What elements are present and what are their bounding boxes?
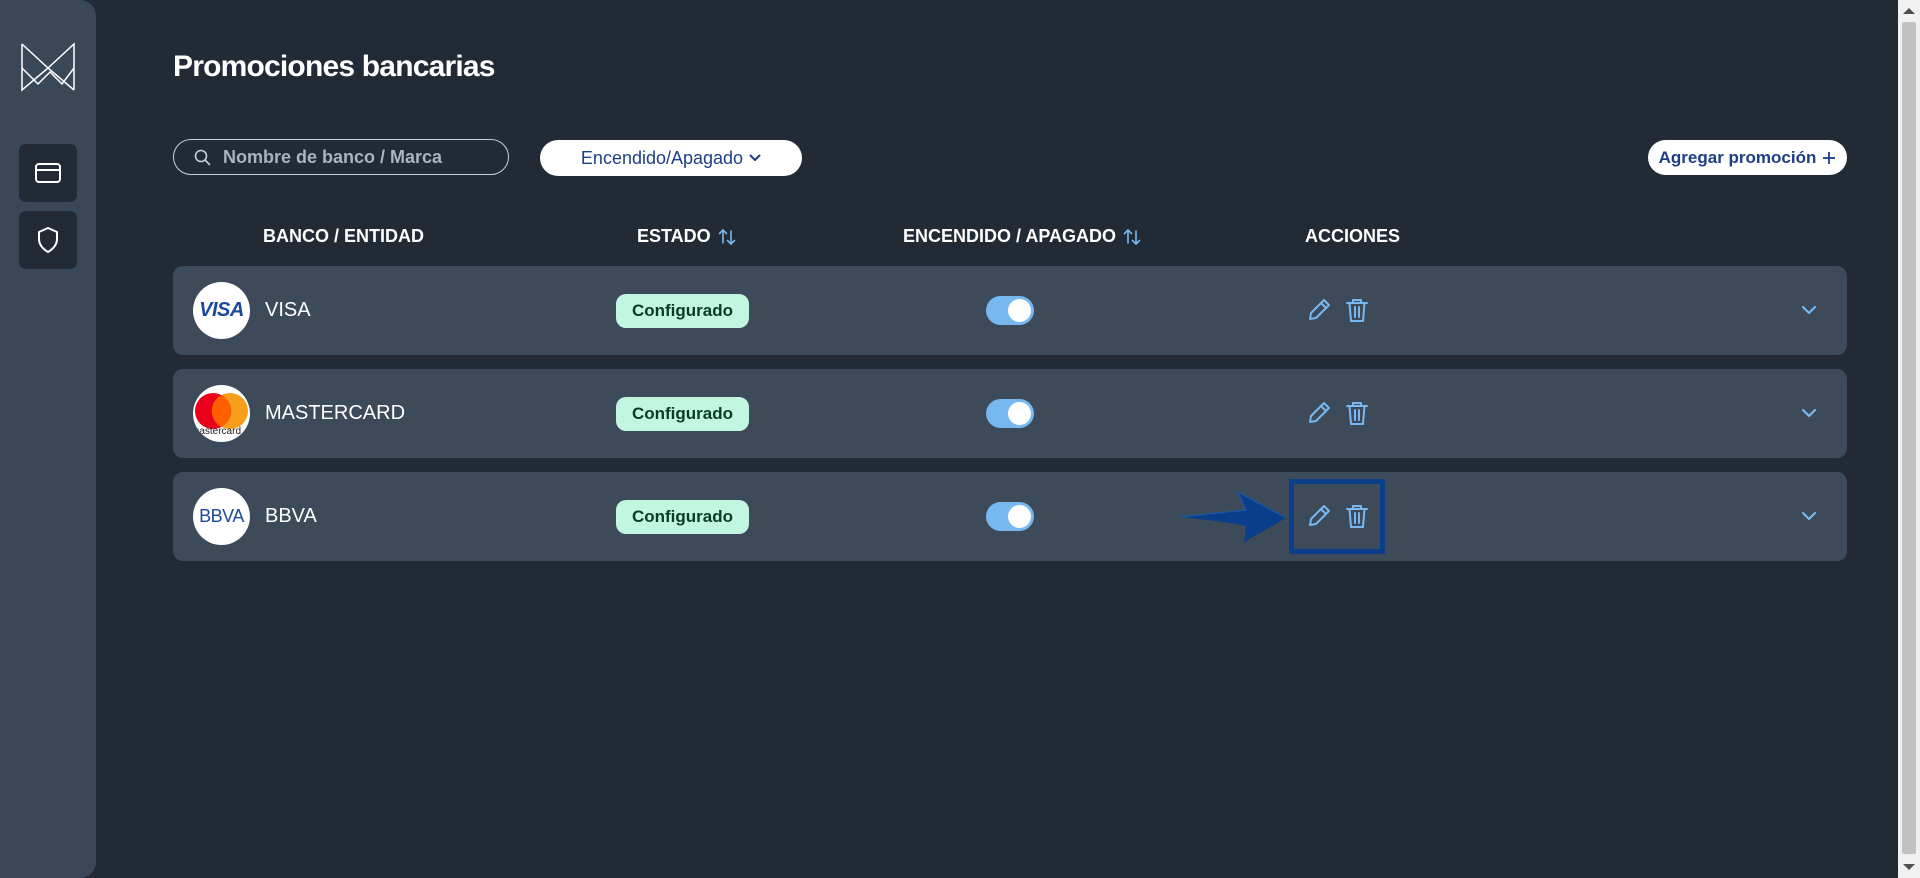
header-status[interactable]: ESTADO [637,226,737,247]
bbva-logo-text: BBVA [199,506,244,526]
sort-icon[interactable] [717,227,737,247]
add-promotion-button[interactable]: Agregar promoción [1648,140,1847,175]
status-badge: Configurado [616,500,749,534]
search-icon [194,149,211,165]
app-logo-icon[interactable] [20,40,76,94]
header-actions-label: ACCIONES [1305,226,1401,246]
header-bank: BANCO / ENTIDAD [263,226,424,247]
mastercard-logo: mastercard [193,385,250,442]
visa-logo-text: VISA [199,299,244,321]
header-onoff-label: ENCENDIDO / APAGADO [903,226,1117,246]
page-scrollbar[interactable] [1898,0,1920,878]
header-onoff[interactable]: ENCENDIDO / APAGADO [903,226,1142,247]
bank-name: BBVA [265,505,317,527]
mastercard-logo-text: mastercard [193,426,242,437]
bbva-logo: BBVA [193,488,250,545]
annotation-arrow [1179,490,1287,542]
enabled-toggle[interactable] [986,502,1034,531]
credit-card-icon [35,163,61,183]
trash-icon[interactable] [1343,296,1371,324]
sort-icon[interactable] [1122,227,1142,247]
page-title: Promociones bancarias [173,50,495,83]
filter-label: Encendido/Apagado [580,147,744,168]
enabled-toggle[interactable] [986,399,1034,428]
search-box[interactable] [173,139,509,175]
search-input[interactable] [221,145,475,169]
pencil-icon[interactable] [1305,399,1333,427]
chevron-down-icon[interactable] [1798,299,1820,321]
trash-icon[interactable] [1343,399,1371,427]
chevron-down-icon[interactable] [1798,505,1820,527]
header-bank-label: BANCO / ENTIDAD [263,226,424,246]
bank-name: MASTERCARD [265,402,406,424]
toggle-knob [1008,299,1031,322]
enabled-toggle[interactable] [986,296,1034,325]
header-status-label: ESTADO [637,226,711,246]
pencil-icon[interactable] [1305,296,1333,324]
add-promotion-label: Agregar promoción [1658,147,1817,167]
visa-logo: VISA [193,282,250,339]
status-badge: Configurado [616,294,749,328]
table-row-visa: VISA VISA Configurado [173,266,1847,355]
annotation-highlight-box [1289,479,1385,554]
chevron-down-icon [749,154,761,161]
toggle-knob [1008,505,1031,528]
table-row-mastercard: mastercard MASTERCARD Configurado [173,369,1847,458]
scroll-down-arrow-icon[interactable] [1903,864,1915,870]
table-row-bbva: BBVA BBVA Configurado [173,472,1847,561]
onoff-filter-dropdown[interactable]: Encendido/Apagado [540,140,802,176]
toggle-knob [1008,402,1031,425]
plus-icon [1823,151,1836,164]
header-actions: ACCIONES [1305,226,1400,247]
sidebar [0,0,96,878]
status-badge: Configurado [616,397,749,431]
shield-icon [38,227,58,253]
sidebar-item-cards[interactable] [19,144,77,202]
bank-name: VISA [265,299,311,321]
scrollbar-thumb[interactable] [1902,22,1916,854]
chevron-down-icon[interactable] [1798,402,1820,424]
scroll-up-arrow-icon[interactable] [1903,8,1915,14]
sidebar-item-security[interactable] [19,211,77,269]
